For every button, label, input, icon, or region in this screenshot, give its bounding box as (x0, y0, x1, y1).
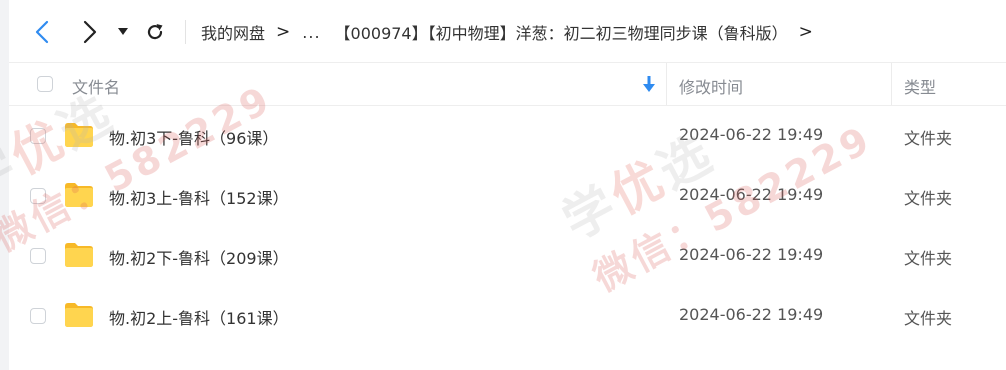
folder-icon (65, 303, 93, 327)
column-header-type[interactable]: 类型 (904, 74, 936, 98)
file-type: 文件夹 (904, 129, 953, 148)
column-divider[interactable] (666, 63, 667, 105)
select-all-checkbox[interactable] (37, 76, 53, 92)
table-row[interactable]: 物.初2下-鲁科（209课） 2024-06-22 19:49 文件夹 (9, 228, 1006, 288)
file-type: 文件夹 (904, 189, 953, 208)
folder-icon (65, 183, 93, 207)
row-checkbox[interactable] (30, 248, 46, 264)
breadcrumb-current[interactable]: 【000974】【初中物理】洋葱：初二初三物理同步课（鲁科版） (335, 20, 788, 44)
breadcrumb-separator-icon: > (276, 22, 291, 42)
file-table-header: 文件名 修改时间 类型 (9, 62, 1006, 106)
breadcrumb-ellipsis[interactable]: ... (302, 23, 320, 42)
nav-bar: 我的网盘 > ... 【000974】【初中物理】洋葱：初二初三物理同步课（鲁科… (9, 0, 1006, 62)
refresh-icon (147, 24, 163, 40)
nav-divider (185, 20, 186, 44)
row-checkbox[interactable] (30, 128, 46, 144)
left-edge-strip (0, 0, 9, 370)
column-header-name[interactable]: 文件名 (72, 74, 120, 98)
file-name[interactable]: 物.初3上-鲁科（152课） (109, 185, 289, 209)
row-checkbox[interactable] (30, 308, 46, 324)
file-name[interactable]: 物.初2上-鲁科（161课） (109, 305, 289, 329)
breadcrumb: 我的网盘 > ... 【000974】【初中物理】洋葱：初二初三物理同步课（鲁科… (201, 19, 823, 45)
folder-icon (65, 123, 93, 147)
file-modified-time: 2024-06-22 19:49 (679, 245, 824, 264)
file-name[interactable]: 物.初2下-鲁科（209课） (109, 245, 289, 269)
breadcrumb-root[interactable]: 我的网盘 (201, 20, 265, 44)
row-checkbox[interactable] (30, 188, 46, 204)
breadcrumb-expand-icon[interactable]: > (799, 22, 813, 42)
column-header-modified[interactable]: 修改时间 (679, 74, 743, 98)
caret-down-icon (118, 28, 128, 35)
folder-icon (65, 243, 93, 267)
chevron-right-icon (83, 20, 97, 44)
file-modified-time: 2024-06-22 19:49 (679, 125, 824, 144)
column-divider[interactable] (891, 63, 892, 105)
file-modified-time: 2024-06-22 19:49 (679, 185, 824, 204)
file-name[interactable]: 物.初3下-鲁科（96课） (109, 125, 278, 149)
table-row[interactable]: 物.初2上-鲁科（161课） 2024-06-22 19:49 文件夹 (9, 288, 1006, 348)
history-dropdown-button[interactable] (115, 17, 131, 47)
chevron-left-icon (35, 20, 49, 44)
table-row[interactable]: 物.初3下-鲁科（96课） 2024-06-22 19:49 文件夹 (9, 108, 1006, 168)
file-type: 文件夹 (904, 249, 953, 268)
sort-down-arrow-icon[interactable] (642, 75, 656, 93)
file-modified-time: 2024-06-22 19:49 (679, 305, 824, 324)
forward-button[interactable] (79, 17, 101, 47)
back-button[interactable] (31, 17, 53, 47)
refresh-button[interactable] (143, 17, 167, 47)
file-type: 文件夹 (904, 309, 953, 328)
table-row[interactable]: 物.初3上-鲁科（152课） 2024-06-22 19:49 文件夹 (9, 168, 1006, 228)
